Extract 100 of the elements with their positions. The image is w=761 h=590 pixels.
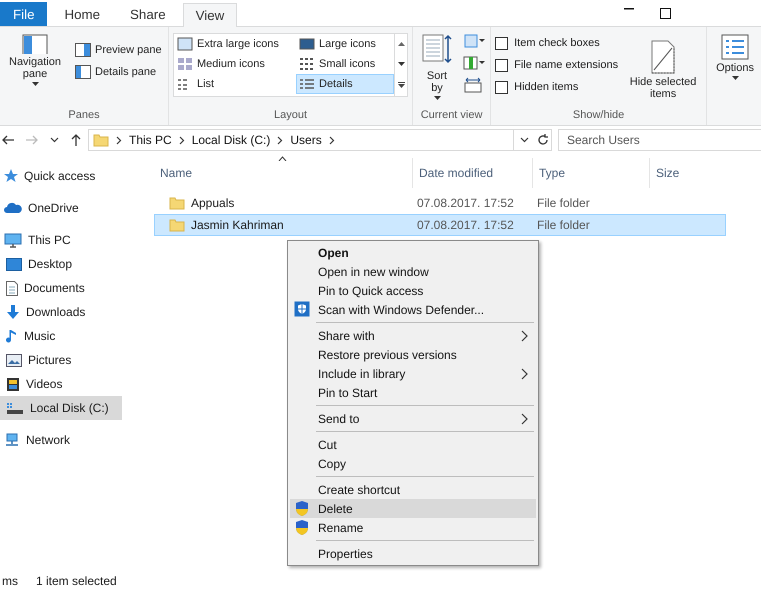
sidebar-item[interactable]: Music	[0, 324, 122, 348]
menu-item[interactable]: Properties	[290, 544, 536, 563]
star-icon	[4, 169, 18, 183]
group-by-icon[interactable]	[463, 33, 485, 49]
layout-option[interactable]: Small icons	[296, 54, 394, 74]
menu-item[interactable]: Create shortcut	[290, 480, 536, 499]
shield-icon	[294, 500, 310, 517]
chevron-down-icon[interactable]	[520, 137, 529, 143]
breadcrumb[interactable]: Users	[290, 133, 322, 147]
group-label: Layout	[272, 108, 308, 123]
breadcrumb[interactable]: Local Disk (C:)	[192, 133, 270, 147]
document-icon	[6, 280, 18, 296]
pane-layout-icon	[75, 65, 91, 79]
item-count: ms	[2, 574, 18, 588]
pane-layout-icon	[22, 34, 48, 54]
menu-item[interactable]: Include in library	[290, 364, 536, 383]
breadcrumb-separator-icon	[328, 136, 335, 144]
sidebar-item[interactable]: This PC	[0, 228, 122, 252]
column-header[interactable]: Date modified	[412, 158, 532, 188]
maximize-icon[interactable]	[660, 8, 671, 18]
sidebar-item[interactable]: OneDrive	[0, 196, 122, 220]
details-pane-button[interactable]: Details pane	[72, 63, 165, 81]
breadcrumb-separator-icon	[116, 136, 122, 144]
sidebar-item[interactable]: Documents	[0, 276, 122, 300]
column-header[interactable]: Type	[532, 158, 649, 188]
ribbon-tab[interactable]: Home	[51, 2, 114, 26]
shield-icon	[294, 519, 310, 536]
layout-option[interactable]: Extra large icons	[174, 34, 296, 54]
chevron-down-icon[interactable]	[50, 137, 59, 143]
back-arrow-icon[interactable]	[2, 135, 14, 145]
column-header[interactable]: Size	[649, 158, 719, 188]
menu-item[interactable]: Open	[290, 243, 536, 262]
desktop-icon	[6, 258, 22, 270]
menu-item[interactable]: Pin to Quick access	[290, 281, 536, 300]
sidebar-item[interactable]: Downloads	[0, 300, 122, 324]
menu-item[interactable]: Open in new window	[290, 262, 536, 281]
menu-item[interactable]: Pin to Start	[290, 383, 536, 402]
page-icon	[650, 40, 676, 74]
sidebar-item[interactable]: Videos	[0, 372, 122, 396]
sidebar-item[interactable]: Pictures	[0, 348, 122, 372]
sidebar-item[interactable]: Network	[0, 428, 122, 452]
music-note-icon	[6, 328, 18, 344]
group-label: Show/hide	[572, 108, 626, 123]
ribbon-tab[interactable]: View	[182, 3, 238, 27]
checkbox-label: File name extensions	[514, 59, 618, 71]
file-row[interactable]: Appuals 07.08.2017. 17:52 File folder	[154, 192, 726, 214]
navigation-pane-button[interactable]: Navigation pane	[4, 31, 66, 89]
address-bar[interactable]: This PC Local Disk (C:) Users	[88, 129, 552, 151]
search-field[interactable]: Search Users	[558, 129, 761, 151]
layout-option[interactable]: Large icons	[296, 34, 394, 54]
sidebar-item[interactable]: Desktop	[0, 252, 122, 276]
file-name: Jasmin Kahriman	[191, 218, 284, 232]
sidebar-item[interactable]: Local Disk (C:)	[0, 396, 122, 420]
sort-ascending-icon	[278, 156, 287, 161]
options-button[interactable]: Options	[713, 31, 757, 83]
folder-icon	[169, 196, 185, 210]
menu-item[interactable]: Cut	[290, 435, 536, 454]
ribbon-tab[interactable]: Share	[117, 2, 179, 26]
layout-option[interactable]: List	[174, 74, 296, 94]
menu-item[interactable]: Restore previous versions	[290, 345, 536, 364]
preview-pane-button[interactable]: Preview pane	[72, 41, 165, 59]
breadcrumb-separator-icon	[277, 136, 284, 144]
checkbox[interactable]	[495, 58, 508, 72]
view-mode-icon	[177, 57, 193, 71]
caret-down-icon	[434, 96, 440, 100]
checkbox[interactable]	[495, 80, 508, 94]
date-modified: 07.08.2017. 17:52	[416, 196, 515, 210]
expand-gallery-icon[interactable]	[398, 82, 404, 88]
layout-option[interactable]: Medium icons	[174, 54, 296, 74]
column-header[interactable]: Name	[154, 158, 412, 188]
view-mode-icon	[299, 57, 315, 71]
file-row[interactable]: Jasmin Kahriman 07.08.2017. 17:52 File folder	[154, 214, 726, 236]
menu-item[interactable]: Copy	[290, 454, 536, 473]
menu-item[interactable]: Scan with Windows Defender...	[290, 300, 536, 319]
minimize-icon[interactable]	[624, 8, 634, 10]
folder-icon	[169, 218, 185, 232]
checkbox-label: Item check boxes	[514, 37, 600, 49]
monitor-icon	[4, 232, 22, 248]
refresh-icon[interactable]	[537, 134, 549, 146]
folder-icon	[93, 133, 109, 147]
shield-window-icon	[294, 301, 310, 317]
view-mode-icon	[299, 77, 315, 91]
ribbon-tab[interactable]: File	[0, 2, 48, 26]
view-mode-icon	[299, 37, 315, 51]
add-columns-icon[interactable]	[463, 55, 485, 71]
checkbox-label: Hidden items	[514, 81, 578, 93]
menu-item[interactable]: Rename	[290, 518, 536, 537]
sidebar-item[interactable]: Quick access	[0, 164, 122, 188]
menu-item[interactable]: Share with	[290, 326, 536, 345]
menu-item[interactable]: Delete	[290, 499, 536, 518]
layout-option[interactable]: Details	[296, 74, 394, 94]
breadcrumb[interactable]: This PC	[129, 133, 172, 147]
scroll-up-icon[interactable]	[398, 42, 404, 46]
sort-by-button[interactable]: Sort by	[417, 31, 457, 103]
date-modified: 07.08.2017. 17:52	[416, 218, 515, 232]
up-arrow-icon[interactable]	[71, 134, 81, 146]
drive-icon	[6, 402, 24, 414]
hide-selected-items-button[interactable]: Hide selected items	[624, 37, 702, 103]
checkbox[interactable]	[495, 36, 508, 50]
menu-item[interactable]: Send to	[290, 409, 536, 428]
